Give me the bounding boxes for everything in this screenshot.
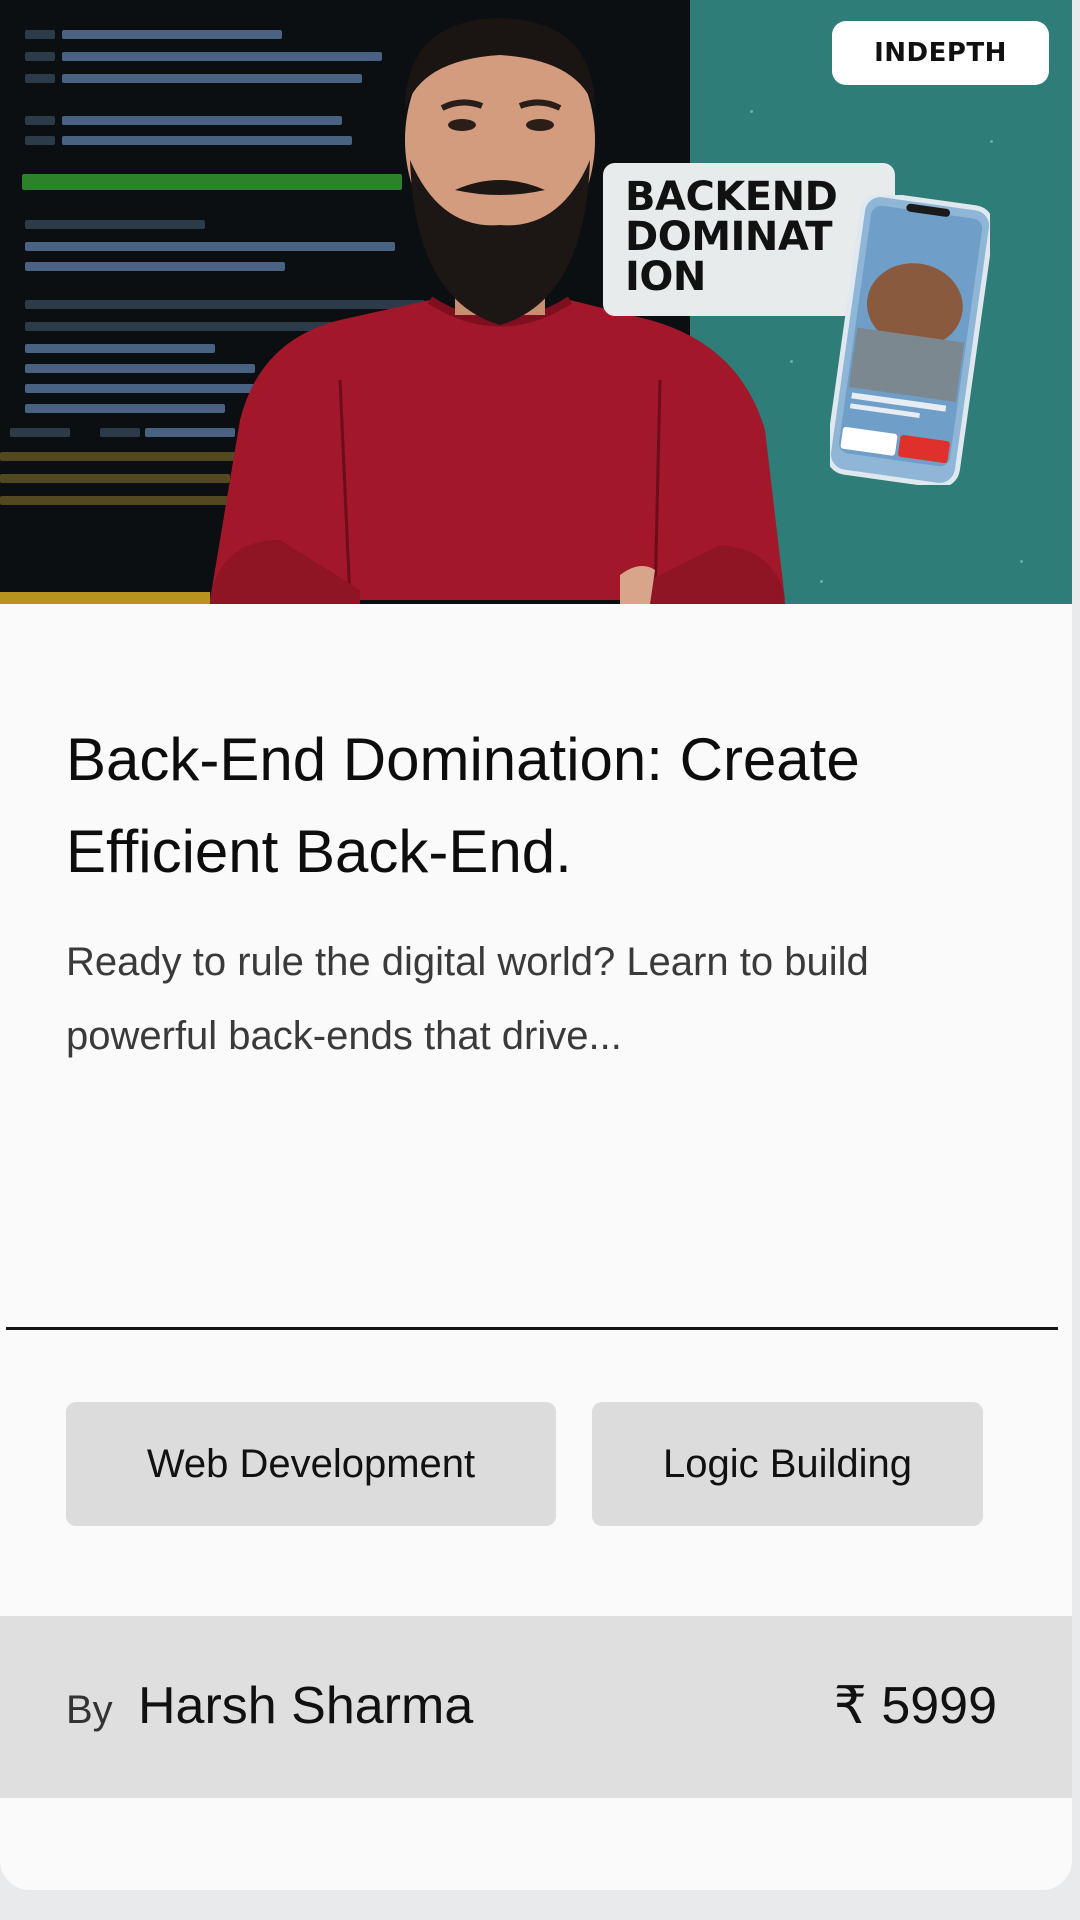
course-description: Ready to rule the digital world? Learn t… (66, 940, 869, 1058)
course-card[interactable]: INDEPTH BACKEND DOMINAT ION Back-End Dom… (0, 0, 1072, 1890)
tag-logic-building[interactable]: Logic Building (592, 1402, 983, 1526)
indepth-badge: INDEPTH (832, 21, 1049, 85)
course-title[interactable]: Back-End Domination: Create Efficient Ba… (66, 714, 1026, 898)
author-name: Harsh Sharma (138, 1677, 474, 1735)
divider (6, 1327, 1058, 1330)
phone-mockup (830, 195, 990, 485)
tag-web-development[interactable]: Web Development (66, 1402, 556, 1526)
by-label: By (66, 1688, 113, 1732)
course-price: ₹ 5999 (833, 1677, 997, 1735)
course-thumbnail[interactable]: INDEPTH BACKEND DOMINAT ION (0, 0, 1072, 604)
